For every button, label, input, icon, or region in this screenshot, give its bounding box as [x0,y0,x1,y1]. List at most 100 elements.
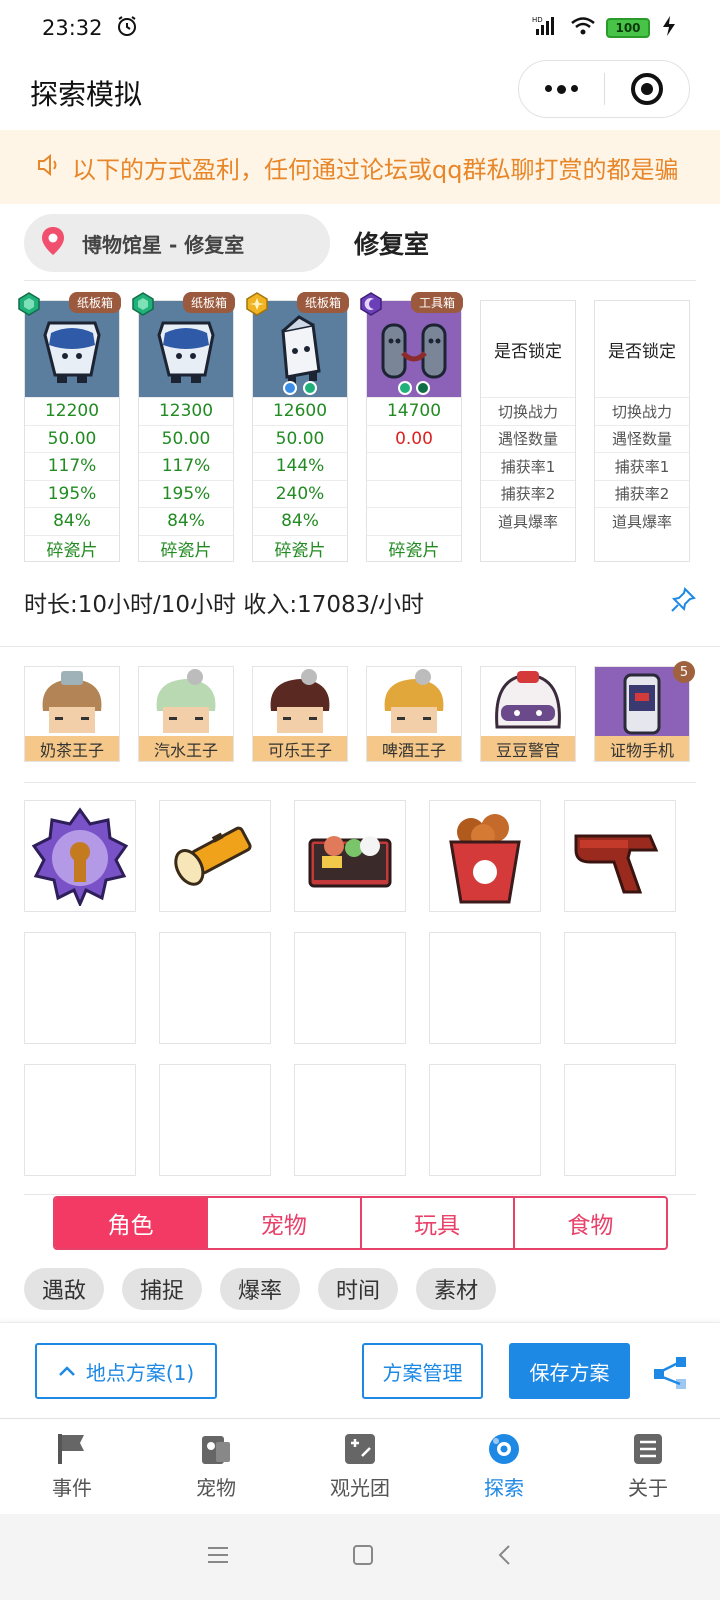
location-plan-button[interactable]: 地点方案(1) [35,1343,217,1399]
lock-toggle-label[interactable]: 是否锁定 [595,301,689,397]
item-slot[interactable] [294,800,406,912]
label-capture1: 捕获率1 [481,452,575,480]
map-pin-icon [40,226,66,260]
tab-toy[interactable]: 玩具 [359,1198,513,1248]
item-slot[interactable] [24,800,136,912]
card-droprate: 84% [25,507,119,535]
cola-prince-avatar [270,669,330,733]
item-slot[interactable] [159,932,271,1044]
card-droprate: 84% [139,507,233,535]
pet-team-row: 奶茶王子 汽水王子 可乐王子 啤酒王子 豆豆警官 5 证物手机 [24,661,695,762]
tab-events[interactable]: 事件 [0,1419,144,1514]
more-button[interactable] [519,61,604,117]
back-icon[interactable] [495,1543,515,1571]
pet-name: 汽水王子 [139,736,233,761]
pet-name: 奶茶王子 [25,736,119,761]
label-power: 切换战力 [481,397,575,425]
item-slot[interactable] [24,932,136,1044]
flare-gun-icon [574,834,659,894]
location-title: 修复室 [354,230,430,259]
tab-explore[interactable]: 探索 [432,1419,576,1514]
card-tag: 工具箱 [410,292,463,313]
tab-label: 关于 [628,1476,668,1500]
chip-encounter[interactable]: 遇敌 [24,1268,105,1310]
tab-role[interactable]: 角色 [55,1198,207,1248]
signal-icon: HD [532,15,560,41]
lock-toggle-label[interactable]: 是否锁定 [481,301,575,397]
team-pet[interactable]: 5 证物手机 [594,661,695,762]
bento-box-icon [308,836,392,888]
close-miniapp-button[interactable] [605,61,690,117]
pet-card[interactable]: 纸板箱 12200 50.00 117% 195% 84% 碎瓷片 [18,292,121,562]
card-item: 碎瓷片 [253,534,347,563]
chip-droprate[interactable]: 爆率 [220,1268,301,1310]
duration-text: 时长:10小时/10小时 收入:17083/小时 [24,592,425,618]
pin-icon[interactable] [670,587,696,617]
item-slot[interactable] [294,1064,406,1176]
card-power: 12300 [139,397,233,425]
label-count: 遇怪数量 [481,424,575,453]
tab-pet[interactable]: 宠物 [206,1198,359,1248]
team-pet[interactable]: 奶茶王子 [24,666,120,762]
tab-about[interactable]: 关于 [576,1419,720,1514]
menu-icon[interactable] [205,1544,231,1570]
card-tag: 纸板箱 [296,292,349,313]
pet-cards: 纸板箱 12200 50.00 117% 195% 84% 碎瓷片 纸板箱 12… [18,292,690,563]
tab-label: 观光团 [330,1476,390,1500]
pet-count-badge: 5 [673,661,695,683]
explore-icon [489,1434,519,1464]
alarm-icon [115,14,139,43]
page-title: 探索模拟 [30,78,143,111]
flag-icon [58,1434,84,1464]
item-slot[interactable] [429,932,541,1044]
divider [0,646,720,647]
item-slot[interactable] [24,1064,136,1176]
charging-icon [660,15,678,41]
share-icon[interactable] [652,1355,688,1395]
pet-card[interactable]: 纸板箱 12300 50.00 117% 195% 84% 碎瓷片 [132,292,235,562]
label-count: 遇怪数量 [595,424,689,453]
category-tabs: 角色 宠物 玩具 食物 [53,1196,668,1250]
label-droprate: 道具爆率 [481,507,575,535]
divider [24,280,696,281]
more-dots-icon [544,84,578,94]
item-slot[interactable] [294,932,406,1044]
home-icon[interactable] [351,1543,375,1571]
card-count: 50.00 [139,424,233,453]
filter-chips: 遇敌 捕捉 爆率 时间 素材 [24,1268,497,1310]
location-row: 博物馆星 - 修复室 修复室 [24,214,429,272]
location-selector[interactable]: 博物馆星 - 修复室 [24,214,330,272]
plan-manage-button[interactable]: 方案管理 [362,1343,483,1399]
card-count: 50.00 [25,424,119,453]
chip-capture[interactable]: 捕捉 [122,1268,203,1310]
team-pet[interactable]: 啤酒王子 [366,666,462,762]
team-pet[interactable]: 汽水王子 [138,666,234,762]
card-tag: 纸板箱 [68,292,121,313]
empty-card-slot[interactable]: 是否锁定 切换战力 遇怪数量 捕获率1 捕获率2 道具爆率 [594,300,690,562]
save-plan-button[interactable]: 保存方案 [509,1343,630,1399]
item-slot[interactable] [564,1064,676,1176]
item-slot[interactable] [564,932,676,1044]
tab-tour[interactable]: 观光团 [288,1419,432,1514]
pet-name: 啤酒王子 [367,736,461,761]
divider [24,782,696,783]
team-pet[interactable]: 可乐王子 [252,666,348,762]
tab-pets[interactable]: 宠物 [144,1419,288,1514]
item-slot[interactable] [159,1064,271,1176]
pet-card[interactable]: 工具箱 14700 0.00 碎瓷片 [360,292,463,562]
chip-material[interactable]: 素材 [416,1268,497,1310]
item-slot[interactable] [159,800,271,912]
team-pet[interactable]: 豆豆警官 [480,666,576,762]
empty-card-slot[interactable]: 是否锁定 切换战力 遇怪数量 捕获率1 捕获率2 道具爆率 [480,300,576,562]
card-capture1: 117% [139,452,233,480]
bean-officer-avatar [495,671,561,729]
beer-prince-avatar [384,669,444,733]
item-slot[interactable] [429,800,541,912]
tab-food[interactable]: 食物 [512,1198,666,1248]
card-count: 50.00 [253,424,347,453]
pet-card[interactable]: 纸板箱 12600 50.00 144% 240% 84% 碎瓷片 [246,292,349,563]
item-slot[interactable] [564,800,676,912]
rarity-green-icon [132,292,154,316]
item-slot[interactable] [429,1064,541,1176]
chip-time[interactable]: 时间 [318,1268,399,1310]
